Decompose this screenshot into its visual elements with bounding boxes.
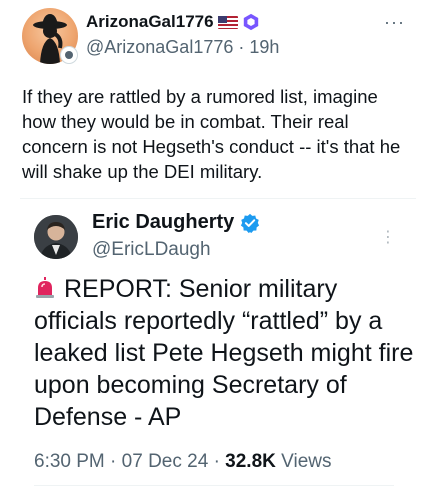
meta-separator: · bbox=[110, 451, 117, 472]
views-count: 32.8K bbox=[225, 451, 276, 472]
quoted-more-icon[interactable]: ⋮ bbox=[380, 227, 396, 247]
author-handle[interactable]: @ArizonaGal1776 bbox=[86, 37, 233, 57]
quoted-time[interactable]: 6:30 PM bbox=[34, 451, 105, 472]
quoted-date[interactable]: 07 Dec 24 bbox=[122, 451, 209, 472]
meta-separator: · bbox=[213, 451, 220, 472]
tweet-time[interactable]: 19h bbox=[249, 37, 279, 57]
author-name-row: ArizonaGal1776 bbox=[86, 12, 260, 32]
tweet-text: If they are rattled by a rumored list, i… bbox=[22, 86, 401, 182]
display-name[interactable]: ArizonaGal1776 bbox=[86, 12, 214, 32]
tweet-header: ArizonaGal1776 @ArizonaGal1776 · 19h ··· bbox=[22, 6, 417, 66]
quoted-name-row: Eric Daugherty bbox=[92, 211, 260, 234]
purple-hexagon-badge-icon bbox=[243, 13, 258, 31]
quoted-text-block: REPORT: Senior military officials report… bbox=[34, 273, 414, 433]
affiliate-badge-icon bbox=[60, 46, 78, 64]
person-photo-icon bbox=[34, 215, 78, 259]
blue-check-icon bbox=[241, 213, 260, 233]
us-flag-icon bbox=[217, 15, 238, 29]
separator-dot: · bbox=[238, 37, 245, 57]
quoted-display-name[interactable]: Eric Daugherty bbox=[92, 211, 234, 234]
quoted-text: REPORT: Senior military officials report… bbox=[34, 275, 414, 431]
quoted-avatar[interactable] bbox=[34, 215, 78, 259]
quoted-meta-row: 6:30 PM · 07 Dec 24 · 32.8K Views bbox=[34, 451, 332, 473]
siren-emoji-icon bbox=[36, 277, 54, 298]
quoted-tweet[interactable]: Eric Daugherty @EricLDaugh ⋮ REPORT: Sen… bbox=[20, 198, 416, 489]
more-icon[interactable]: ··· bbox=[384, 12, 405, 33]
quoted-handle[interactable]: @EricLDaugh bbox=[92, 239, 211, 261]
divider bbox=[34, 485, 394, 486]
author-handle-row: @ArizonaGal1776 · 19h bbox=[86, 37, 279, 58]
views-label: Views bbox=[281, 451, 332, 472]
